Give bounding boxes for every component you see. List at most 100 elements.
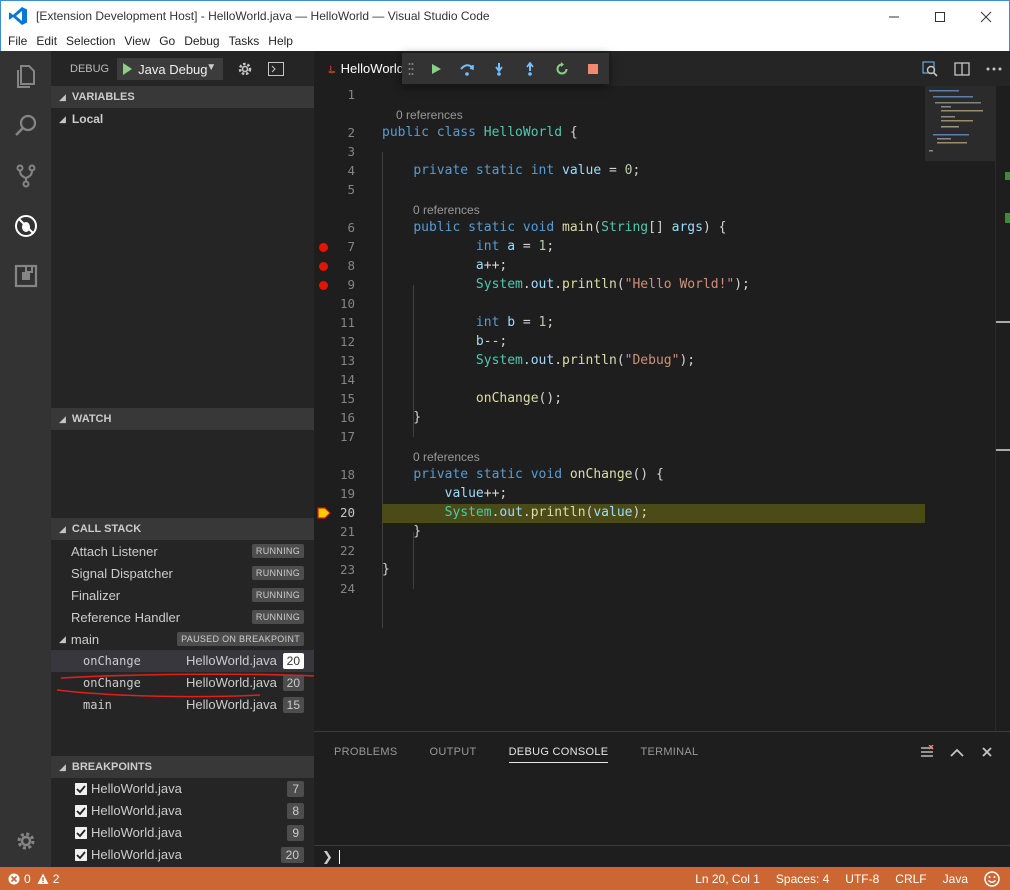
indentation[interactable]: Spaces: 4 <box>776 872 829 886</box>
minimap-preview <box>929 90 983 152</box>
close-window-button[interactable] <box>963 1 1009 32</box>
thread-row[interactable]: Signal Dispatcher RUNNING <box>51 562 314 584</box>
error-icon <box>8 873 20 884</box>
breakpoint-row[interactable]: HelloWorld.java 8 <box>51 800 314 822</box>
editor-group: HelloWorld 1 0 references 2 public class… <box>314 51 1010 731</box>
checkbox-checked-icon[interactable] <box>75 827 87 839</box>
local-scope-row[interactable]: ◢ Local <box>51 108 103 130</box>
manage-button[interactable] <box>0 816 51 866</box>
thread-status-badge: PAUSED ON BREAKPOINT <box>177 632 304 646</box>
menu-edit[interactable]: Edit <box>36 34 57 48</box>
current-execution-line: 20 System.out.println(value); <box>314 504 925 523</box>
ellipsis-icon <box>986 67 1002 70</box>
debug-console-input[interactable]: ❯ <box>314 845 1010 867</box>
line-endings[interactable]: CRLF <box>895 872 926 886</box>
open-changes-button[interactable] <box>914 51 946 86</box>
cursor-position[interactable]: Ln 20, Col 1 <box>695 872 760 886</box>
tab-problems[interactable]: PROBLEMS <box>334 742 398 762</box>
clear-console-button[interactable] <box>912 742 942 762</box>
code-line: 12 b--; <box>314 333 925 352</box>
code-editor[interactable]: 1 0 references 2 public class HelloWorld … <box>314 86 1010 731</box>
expand-triangle-icon: ◢ <box>59 113 66 124</box>
debug-view-button[interactable] <box>0 201 51 251</box>
menu-selection[interactable]: Selection <box>66 34 115 48</box>
stop-button[interactable] <box>577 53 609 84</box>
breakpoint-row[interactable]: HelloWorld.java 7 <box>51 778 314 800</box>
line-number: 19 <box>339 486 355 501</box>
editor-tab[interactable]: HelloWorld <box>314 51 404 86</box>
source-control-button[interactable] <box>0 151 51 201</box>
close-panel-button[interactable] <box>972 742 1002 762</box>
language-mode[interactable]: Java <box>943 872 968 886</box>
breakpoints-section-header[interactable]: ◢ BREAKPOINTS <box>51 756 314 778</box>
debug-configuration-select[interactable]: Java Debug ▼ <box>117 58 224 80</box>
editor-scrollbar[interactable] <box>995 86 1010 731</box>
encoding[interactable]: UTF-8 <box>845 872 879 886</box>
stack-frame-row[interactable]: onChange HelloWorld.java 20 <box>51 650 314 672</box>
step-out-button[interactable] <box>514 53 546 84</box>
explorer-button[interactable] <box>0 51 51 101</box>
drag-handle[interactable] <box>402 53 420 84</box>
variables-section-header[interactable]: ◢ VARIABLES <box>51 86 314 108</box>
minimap[interactable] <box>925 86 995 161</box>
status-bar: 0 2 Ln 20, Col 1 Spaces: 4 UTF-8 CRLF Ja… <box>0 867 1010 890</box>
line-number: 24 <box>339 581 355 596</box>
thread-row[interactable]: Reference Handler RUNNING <box>51 606 314 628</box>
extensions-button[interactable] <box>0 251 51 301</box>
code-lens-references[interactable]: 0 references <box>413 450 480 464</box>
watch-section-header[interactable]: ◢ WATCH <box>51 408 314 430</box>
collapse-triangle-icon: ◢ <box>59 761 66 772</box>
thread-name: Attach Listener <box>71 543 158 559</box>
debug-settings-gear-icon[interactable] <box>237 61 253 77</box>
thread-row[interactable]: Finalizer RUNNING <box>51 584 314 606</box>
checkbox-checked-icon[interactable] <box>75 849 87 861</box>
continue-button[interactable] <box>420 53 452 84</box>
breakpoint-row[interactable]: HelloWorld.java 9 <box>51 822 314 844</box>
menu-bar: File Edit Selection View Go Debug Tasks … <box>0 31 1010 51</box>
feedback-smiley-icon[interactable] <box>984 870 1000 887</box>
call-stack-section-header[interactable]: ◢ CALL STACK <box>51 518 314 540</box>
search-button[interactable] <box>0 101 51 151</box>
line-number: 10 <box>339 296 355 311</box>
code-line: 7 int a = 1; <box>314 238 925 257</box>
java-file-icon <box>328 64 336 73</box>
restart-button[interactable] <box>546 53 578 84</box>
maximize-panel-button[interactable] <box>942 742 972 762</box>
split-editor-button[interactable] <box>946 51 978 86</box>
start-debugging-icon[interactable] <box>122 63 133 75</box>
thread-row[interactable]: Attach Listener RUNNING <box>51 540 314 562</box>
frame-file: HelloWorld.java <box>186 697 277 712</box>
tab-output[interactable]: OUTPUT <box>430 742 477 762</box>
more-actions-button[interactable] <box>978 51 1010 86</box>
warning-icon <box>37 873 49 884</box>
code-line: 13 System.out.println("Debug"); <box>314 352 925 371</box>
maximize-button[interactable] <box>917 1 963 32</box>
menu-tasks[interactable]: Tasks <box>229 34 260 48</box>
menu-debug[interactable]: Debug <box>184 34 219 48</box>
code-line: 17 <box>314 428 925 447</box>
code-lens-references[interactable]: 0 references <box>413 203 480 217</box>
debug-console-icon[interactable] <box>268 62 285 76</box>
stack-frame-row[interactable]: main HelloWorld.java 15 <box>51 694 314 716</box>
menu-file[interactable]: File <box>8 34 27 48</box>
menu-go[interactable]: Go <box>159 34 175 48</box>
code-line: 10 <box>314 295 925 314</box>
call-stack-list: Attach Listener RUNNING Signal Dispatche… <box>51 540 314 716</box>
step-over-button[interactable] <box>451 53 483 84</box>
menu-help[interactable]: Help <box>268 34 293 48</box>
code-lens-references[interactable]: 0 references <box>396 108 463 122</box>
problems-status[interactable]: 0 2 <box>8 872 59 886</box>
breakpoint-row[interactable]: HelloWorld.java 20 <box>51 844 314 866</box>
panel-actions <box>912 742 1002 762</box>
checkbox-checked-icon[interactable] <box>75 783 87 795</box>
menu-view[interactable]: View <box>124 34 150 48</box>
line-number: 6 <box>347 220 355 235</box>
tab-terminal[interactable]: TERMINAL <box>640 742 698 762</box>
step-into-button[interactable] <box>483 53 515 84</box>
stack-frame-row[interactable]: onChange HelloWorld.java 20 <box>51 672 314 694</box>
checkbox-checked-icon[interactable] <box>75 805 87 817</box>
minimize-button[interactable] <box>871 1 917 32</box>
tab-debug-console[interactable]: DEBUG CONSOLE <box>508 742 609 763</box>
code-text: int a = 1; <box>475 239 555 254</box>
thread-row-main[interactable]: ◢ main PAUSED ON BREAKPOINT <box>51 628 314 650</box>
